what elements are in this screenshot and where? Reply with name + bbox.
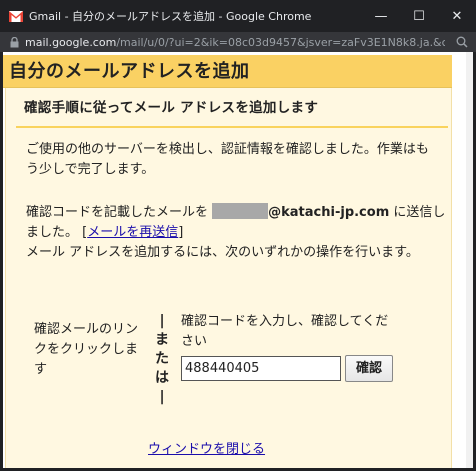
gmail-icon bbox=[9, 10, 23, 22]
instruction-paragraph: 確認コードを記載したメールを @katachi-jp.com に送信しました。 … bbox=[26, 203, 446, 263]
maximize-button[interactable]: ☐ bbox=[400, 0, 438, 32]
scrollbar[interactable] bbox=[466, 52, 473, 468]
window-title: Gmail - 自分のメールアドレスを追加 - Google Chrome bbox=[29, 10, 312, 23]
status-paragraph: ご使用の他のサーバーを検出し、認証情報を確認しました。作業はもう少しで完了します… bbox=[26, 142, 429, 177]
lock-icon bbox=[10, 36, 19, 48]
or-separator: | ま た は | bbox=[155, 313, 169, 405]
close-window-link[interactable]: ウィンドウを閉じる bbox=[148, 440, 265, 460]
dialog-panel: 確認手順に従ってメール アドレスを追加します ご使用の他のサーバーを検出し、認証… bbox=[5, 88, 452, 468]
minimize-button[interactable]: — bbox=[362, 0, 400, 32]
email-domain: @katachi-jp.com bbox=[268, 205, 390, 220]
option-enter-code-text: 確認コードを入力し、確認してください bbox=[181, 314, 389, 349]
window-titlebar: Gmail - 自分のメールアドレスを追加 - Google Chrome — … bbox=[0, 0, 476, 32]
option-click-link-text: 確認メールのリンクをクリックします bbox=[34, 322, 139, 377]
sent-text-prefix: 確認コードを記載したメールを bbox=[26, 205, 213, 220]
step-title: 確認手順に従ってメール アドレスを追加します bbox=[24, 100, 319, 116]
verification-code-input[interactable] bbox=[181, 356, 341, 381]
url-path: /mail/u/0/?ui=2&ik=08c03d9457&jsver=zaFv… bbox=[116, 35, 445, 49]
close-window-button[interactable]: ✕ bbox=[438, 0, 476, 32]
resend-email-link[interactable]: メールを再送信 bbox=[87, 225, 178, 240]
redacted-username bbox=[212, 203, 269, 219]
step-header: 確認手順に従ってメール アドレスを追加します bbox=[16, 88, 448, 128]
url-host: mail.google.com bbox=[25, 35, 117, 49]
confirm-button[interactable]: 確認 bbox=[345, 355, 393, 382]
dialog-header: 自分のメールアドレスを追加 bbox=[3, 55, 452, 88]
dialog-title: 自分のメールアドレスを追加 bbox=[9, 61, 250, 82]
sent-text-suffix: ] bbox=[178, 225, 184, 240]
page-content: 自分のメールアドレスを追加 確認手順に従ってメール アドレスを追加します ご使用… bbox=[3, 52, 473, 468]
url-text: mail.google.com/mail/u/0/?ui=2&ik=08c03d… bbox=[25, 36, 445, 49]
options-intro: メール アドレスを追加するには、次のいずれかの操作を行います。 bbox=[26, 245, 419, 260]
zoom-icon[interactable] bbox=[456, 36, 468, 48]
address-bar[interactable]: mail.google.com/mail/u/0/?ui=2&ik=08c03d… bbox=[0, 32, 476, 52]
